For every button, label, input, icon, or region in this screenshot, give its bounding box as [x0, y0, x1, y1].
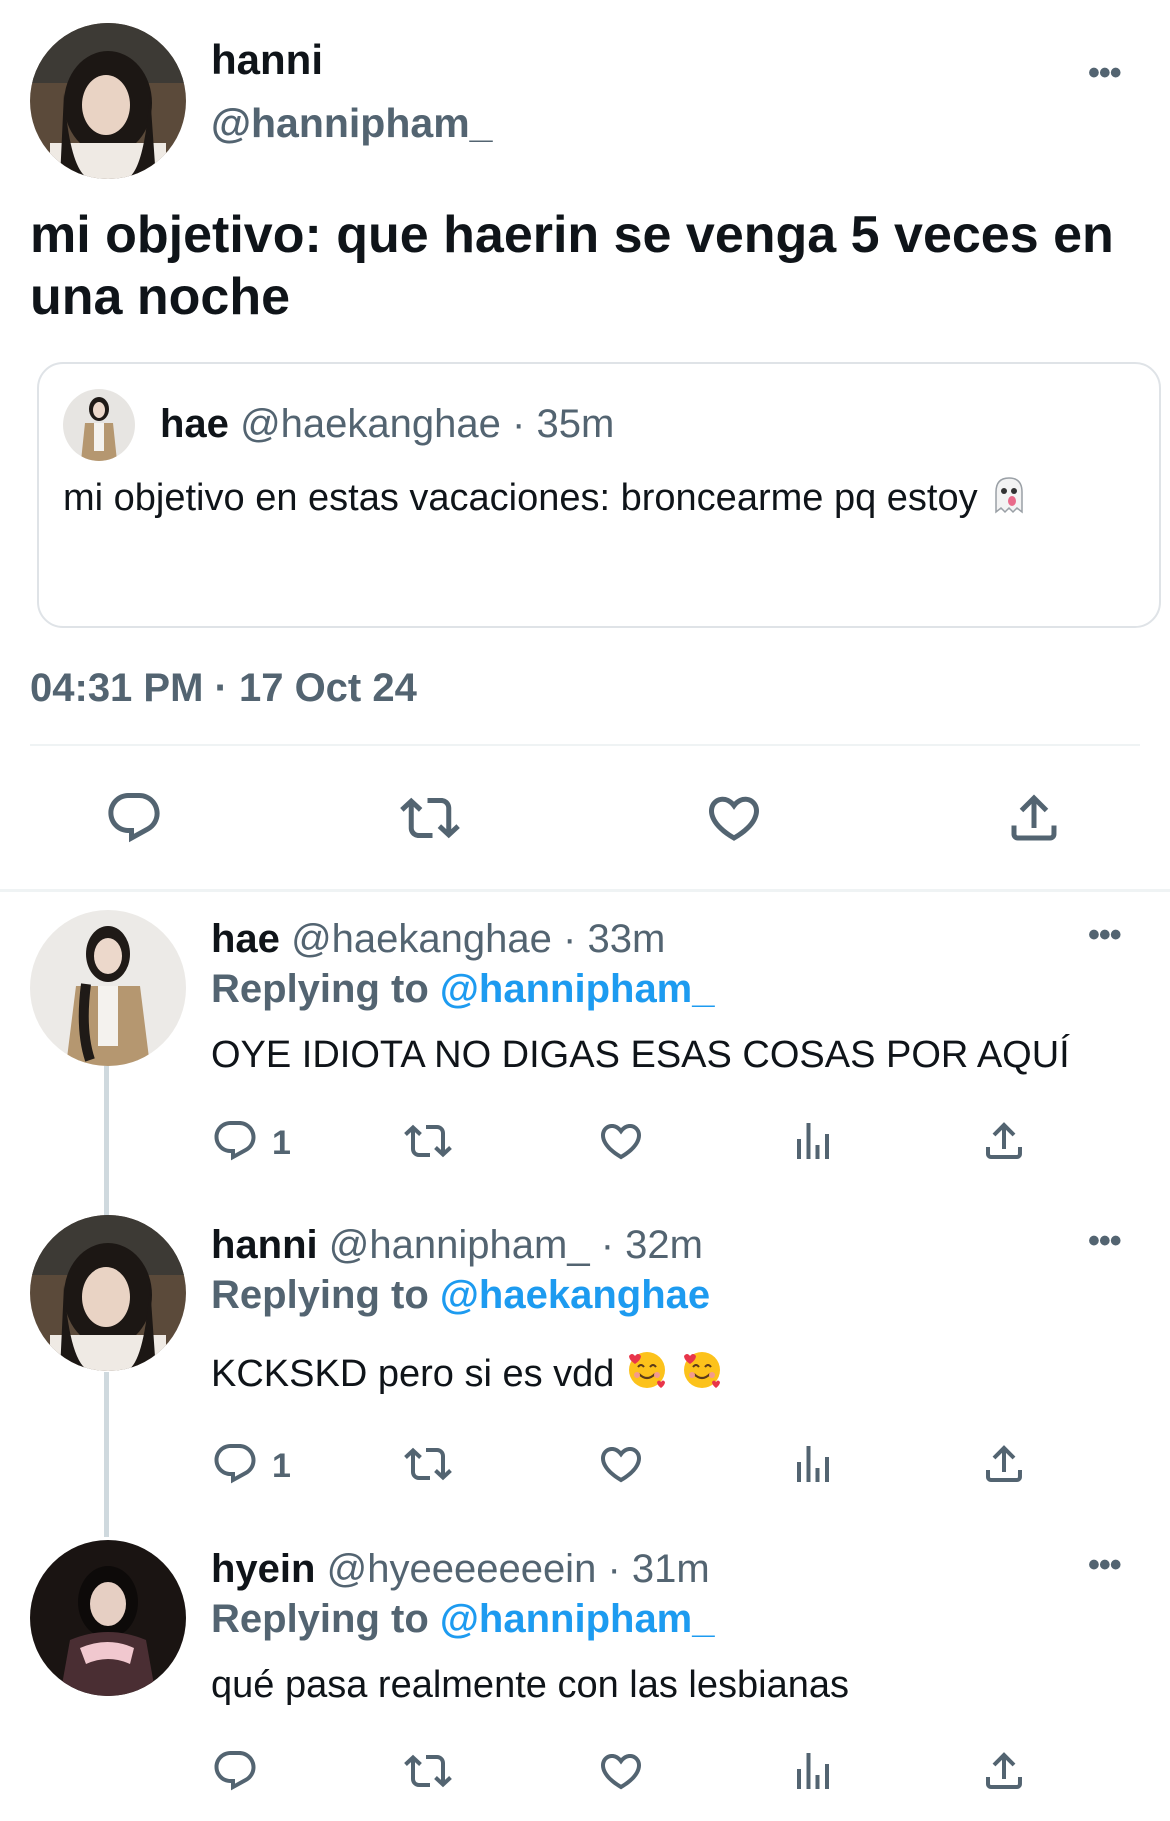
replying-to-handle[interactable]: @haekanghae [440, 1273, 710, 1317]
reply-author-handle[interactable]: @hannipham_ [329, 1223, 590, 1267]
quoted-tweet-text-block: mi objetivo en estas vacaciones: broncea… [63, 470, 1113, 533]
heart-icon[interactable] [597, 1440, 645, 1488]
reply-author-name[interactable]: hyein [211, 1547, 315, 1591]
reply-author-handle[interactable]: @haekanghae [291, 917, 552, 961]
reply-icon[interactable] [211, 1747, 259, 1795]
separator: · [563, 917, 577, 961]
reply-text: qué pasa realmente con las lesbianas [211, 1664, 849, 1706]
replying-to-label: Replying to [211, 1273, 429, 1317]
ghost-emoji [988, 474, 1030, 533]
replying-to: Replying to @hannipham_ [211, 967, 715, 1012]
replying-to-handle[interactable]: @hannipham_ [440, 967, 715, 1011]
reply-author-name[interactable]: hae [211, 917, 280, 961]
replying-to: Replying to @hannipham_ [211, 1597, 715, 1642]
reply-author-avatar[interactable] [30, 1215, 186, 1371]
reply-text: KCKSKD pero si es vdd [211, 1353, 615, 1395]
thread-connector-line [104, 1372, 109, 1537]
separator: · [600, 1223, 615, 1267]
more-icon[interactable]: ••• [1088, 56, 1122, 90]
tweet-timestamp[interactable]: 04:31 PM · 17 Oct 24 [30, 666, 417, 711]
smiling-face-with-hearts-emoji [625, 1348, 669, 1402]
replying-to-label: Replying to [211, 1597, 429, 1641]
analytics-icon[interactable] [789, 1747, 837, 1795]
divider [0, 889, 1170, 892]
share-icon[interactable] [980, 1440, 1028, 1488]
heart-icon[interactable] [597, 1117, 645, 1165]
more-icon[interactable]: ••• [1088, 1548, 1122, 1582]
reply-text-block: KCKSKD pero si es vdd [211, 1348, 724, 1402]
reply-header: hae @haekanghae · 33m [211, 917, 665, 962]
divider [30, 744, 1140, 746]
reply-header: hanni @hannipham_ · 32m [211, 1223, 703, 1268]
author-handle[interactable]: @hannipham_ [211, 100, 492, 147]
replying-to-label: Replying to [211, 967, 429, 1011]
retweet-icon[interactable] [404, 1117, 452, 1165]
reply-count: 1 [272, 1447, 291, 1485]
reply-author-name[interactable]: hanni [211, 1223, 318, 1267]
share-icon[interactable] [980, 1747, 1028, 1795]
reply-time[interactable]: 33m [587, 917, 665, 961]
reply-text: OYE IDIOTA NO DIGAS ESAS COSAS POR AQUÍ [211, 1034, 1070, 1076]
reply-author-handle[interactable]: @hyeeeeeeein [327, 1547, 597, 1591]
replying-to: Replying to @haekanghae [211, 1273, 710, 1318]
retweet-icon[interactable] [404, 1747, 452, 1795]
smiling-face-with-hearts-emoji [680, 1348, 724, 1402]
separator: · [512, 402, 526, 446]
heart-icon[interactable] [704, 788, 764, 848]
quoted-tweet-time: 35m [536, 402, 615, 446]
quoted-author-avatar [63, 389, 135, 461]
reply-author-avatar[interactable] [30, 1540, 186, 1696]
replying-to-handle[interactable]: @hannipham_ [440, 1597, 715, 1641]
reply-icon[interactable] [104, 788, 164, 848]
quoted-author-handle: @haekanghae [240, 402, 501, 446]
quoted-author-name: hae [160, 402, 229, 446]
more-icon[interactable]: ••• [1088, 1224, 1122, 1258]
reply-icon[interactable] [211, 1117, 259, 1165]
retweet-icon[interactable] [400, 788, 460, 848]
share-icon[interactable] [980, 1117, 1028, 1165]
share-icon[interactable] [1004, 788, 1064, 848]
author-name[interactable]: hanni [211, 36, 323, 84]
reply-author-avatar[interactable] [30, 910, 186, 1066]
separator: · [607, 1547, 621, 1591]
quoted-tweet-text: mi objetivo en estas vacaciones: broncea… [63, 477, 978, 519]
reply-icon[interactable] [211, 1440, 259, 1488]
thread-connector-line [104, 1065, 109, 1220]
reply-count: 1 [272, 1124, 291, 1162]
main-author-avatar[interactable] [30, 23, 186, 179]
reply-time[interactable]: 31m [632, 1547, 710, 1591]
analytics-icon[interactable] [789, 1440, 837, 1488]
heart-icon[interactable] [597, 1747, 645, 1795]
more-icon[interactable]: ••• [1088, 918, 1122, 952]
reply-header: hyein @hyeeeeeeein · 31m [211, 1547, 710, 1592]
analytics-icon[interactable] [789, 1117, 837, 1165]
retweet-icon[interactable] [404, 1440, 452, 1488]
reply-time[interactable]: 32m [625, 1223, 703, 1267]
quoted-tweet-header: hae @haekanghae · 35m [160, 402, 614, 447]
tweet-text: mi objetivo: que haerin se venga 5 veces… [30, 206, 1114, 326]
